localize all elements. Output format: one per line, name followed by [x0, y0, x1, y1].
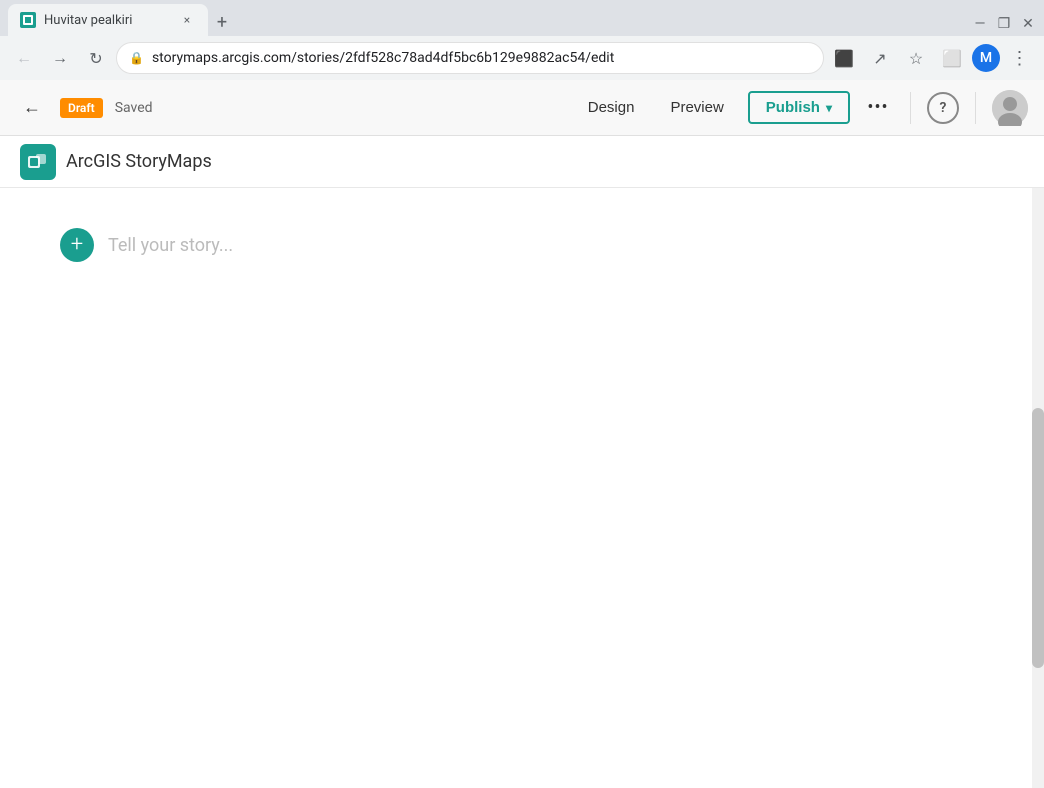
app-toolbar: ← Draft Saved Design Preview Publish ▾ •… — [0, 80, 1044, 136]
toolbar-separator-2 — [975, 92, 976, 124]
back-to-stories-button[interactable]: ← — [16, 92, 48, 124]
user-avatar-icon — [992, 90, 1028, 126]
cast-button[interactable]: ⬛ — [828, 42, 860, 74]
tab-title: Huvitav pealkiri — [44, 13, 170, 28]
forward-button[interactable]: → — [44, 42, 76, 74]
back-button[interactable]: ← — [8, 42, 40, 74]
scrollbar-thumb[interactable] — [1032, 408, 1044, 668]
restore-button[interactable]: ❐ — [996, 16, 1012, 32]
tab-favicon — [20, 12, 36, 28]
browser-chrome: Huvitav pealkiri × + — ❐ ✕ ← → ↻ 🔒 story… — [0, 0, 1044, 80]
lock-icon: 🔒 — [129, 51, 144, 65]
brand-logo-icon — [26, 150, 50, 174]
preview-button[interactable]: Preview — [658, 93, 735, 122]
browser-actions: ⬛ ↗ ☆ ⬜ M ⋮ — [828, 42, 1036, 74]
tab-bar: Huvitav pealkiri × + — ❐ ✕ — [0, 0, 1044, 36]
draft-badge: Draft — [60, 98, 103, 118]
url-text: storymaps.arcgis.com/stories/2fdf528c78a… — [152, 50, 811, 66]
minimize-button[interactable]: — — [972, 16, 988, 32]
brand-bar: ArcGIS StoryMaps — [0, 136, 1044, 188]
window-button[interactable]: ⬜ — [936, 42, 968, 74]
close-window-button[interactable]: ✕ — [1020, 16, 1036, 32]
brand-name: ArcGIS StoryMaps — [66, 151, 212, 172]
address-bar-row: ← → ↻ 🔒 storymaps.arcgis.com/stories/2fd… — [0, 36, 1044, 80]
chrome-profile[interactable]: M — [972, 44, 1000, 72]
reload-button[interactable]: ↻ — [80, 42, 112, 74]
plus-icon: + — [71, 234, 83, 256]
address-bar[interactable]: 🔒 storymaps.arcgis.com/stories/2fdf528c7… — [116, 42, 824, 74]
scrollbar-track[interactable] — [1032, 188, 1044, 788]
user-avatar[interactable] — [992, 90, 1028, 126]
share-button[interactable]: ↗ — [864, 42, 896, 74]
publish-chevron-icon: ▾ — [826, 101, 832, 115]
new-tab-button[interactable]: + — [208, 8, 236, 36]
design-button[interactable]: Design — [576, 93, 647, 122]
help-button[interactable]: ? — [927, 92, 959, 124]
add-content-button[interactable]: + — [60, 228, 94, 262]
story-content-area[interactable]: + Tell your story... — [0, 188, 1044, 788]
bookmark-button[interactable]: ☆ — [900, 42, 932, 74]
toolbar-separator — [910, 92, 911, 124]
more-options-button[interactable]: ••• — [862, 92, 894, 124]
tab-close-button[interactable]: × — [178, 11, 196, 29]
publish-button[interactable]: Publish ▾ — [748, 91, 850, 124]
app-area: ← Draft Saved Design Preview Publish ▾ •… — [0, 80, 1044, 788]
saved-status: Saved — [115, 100, 153, 116]
brand-logo — [20, 144, 56, 180]
publish-label: Publish — [766, 99, 820, 116]
add-block-row: + Tell your story... — [60, 228, 233, 262]
story-placeholder: Tell your story... — [108, 235, 233, 256]
active-tab[interactable]: Huvitav pealkiri × — [8, 4, 208, 36]
chrome-menu-button[interactable]: ⋮ — [1004, 42, 1036, 74]
